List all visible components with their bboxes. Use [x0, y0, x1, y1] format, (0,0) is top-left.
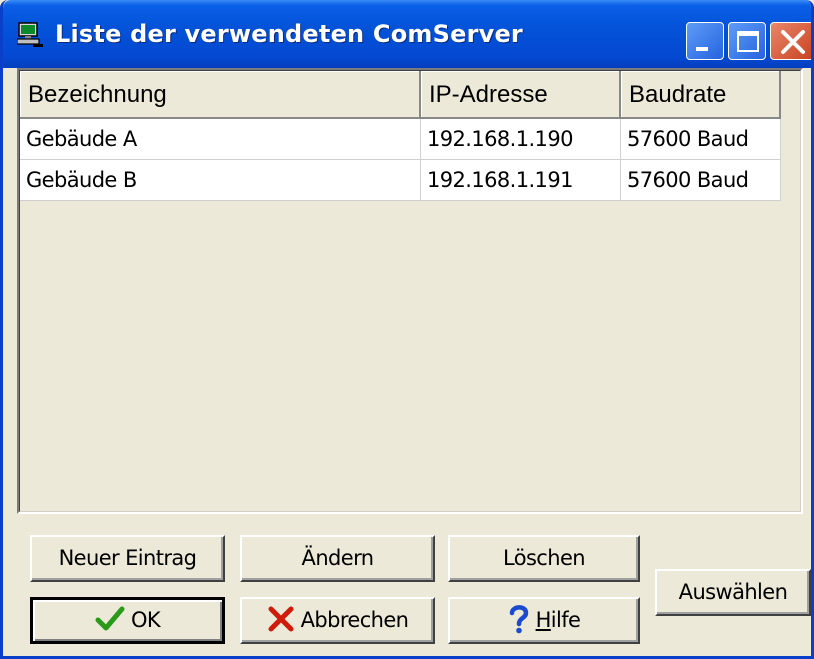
table-row[interactable]: Gebäude A 192.168.1.190 57600 Baud	[20, 119, 781, 160]
close-icon	[781, 30, 805, 54]
cancel-button[interactable]: Abbrechen	[240, 597, 435, 644]
cell-baudrate: 57600 Baud	[621, 160, 781, 201]
column-header-ip-adresse[interactable]: IP-Adresse	[421, 71, 621, 119]
close-button[interactable]	[770, 22, 811, 60]
cell-bezeichnung: Gebäude A	[20, 119, 421, 160]
cell-ip-adresse: 192.168.1.190	[421, 119, 621, 160]
delete-button[interactable]: Löschen	[448, 535, 640, 582]
cell-baudrate: 57600 Baud	[621, 119, 781, 160]
question-mark-icon	[509, 605, 528, 634]
column-header-bezeichnung[interactable]: Bezeichnung	[20, 71, 421, 119]
help-accelerator: H	[535, 608, 552, 632]
network-computer-icon	[17, 22, 43, 47]
comserver-listview[interactable]: Bezeichnung IP-Adresse Baudrate Gebäude …	[17, 68, 803, 514]
x-mark-icon	[268, 606, 294, 632]
cancel-label: Abbrechen	[300, 608, 409, 632]
column-header-baudrate[interactable]: Baudrate	[621, 71, 781, 119]
minimize-button[interactable]	[686, 22, 724, 60]
cell-bezeichnung: Gebäude B	[20, 160, 421, 201]
select-button[interactable]: Auswählen	[655, 569, 811, 616]
checkmark-icon	[95, 606, 125, 631]
edit-button[interactable]: Ändern	[240, 535, 435, 582]
cell-ip-adresse: 192.168.1.191	[421, 160, 621, 201]
help-button[interactable]: Hilfe	[448, 597, 640, 644]
minimize-icon	[696, 47, 708, 51]
maximize-button[interactable]	[728, 22, 766, 60]
title-bar[interactable]: Liste der verwendeten ComServer	[3, 0, 811, 68]
ok-label: OK	[130, 608, 161, 632]
window-title: Liste der verwendeten ComServer	[55, 20, 523, 48]
comserver-list-dialog: Liste der verwendeten ComServer Bezeichn…	[0, 0, 814, 659]
new-entry-button[interactable]: Neuer Eintrag	[30, 535, 225, 582]
maximize-icon	[737, 31, 759, 52]
ok-button[interactable]: OK	[30, 597, 225, 644]
help-label: ilfe	[550, 608, 581, 632]
table-row[interactable]: Gebäude B 192.168.1.191 57600 Baud	[20, 160, 781, 201]
